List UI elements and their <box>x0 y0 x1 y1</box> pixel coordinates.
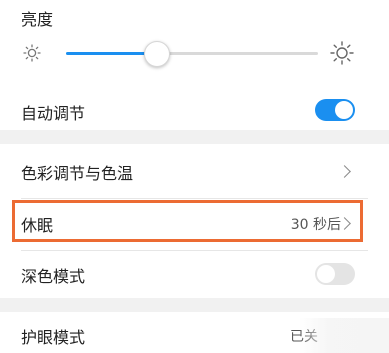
toggle-knob <box>335 101 353 119</box>
auto-adjust-label: 自动调节 <box>21 104 86 123</box>
dark-mode-toggle[interactable] <box>315 263 355 285</box>
section-gap <box>0 130 389 144</box>
toggle-knob <box>317 265 335 283</box>
watermark-blur <box>299 318 389 353</box>
brightness-section: 亮度 自动调节 <box>0 0 389 130</box>
divider <box>21 198 368 199</box>
sun-large-icon <box>330 41 354 65</box>
color-temp-label: 色彩调节与色温 <box>21 164 134 183</box>
eye-comfort-label: 护眼模式 <box>21 328 86 347</box>
brightness-title: 亮度 <box>21 10 54 29</box>
divider <box>21 250 368 251</box>
highlight-box <box>12 200 363 242</box>
chevron-right-icon <box>338 165 351 178</box>
slider-thumb[interactable] <box>143 41 170 67</box>
section-gap <box>0 298 389 312</box>
sun-small-icon <box>23 44 41 62</box>
dark-mode-label: 深色模式 <box>21 267 86 286</box>
slider-track-empty <box>156 52 318 55</box>
auto-adjust-toggle[interactable] <box>315 99 355 121</box>
